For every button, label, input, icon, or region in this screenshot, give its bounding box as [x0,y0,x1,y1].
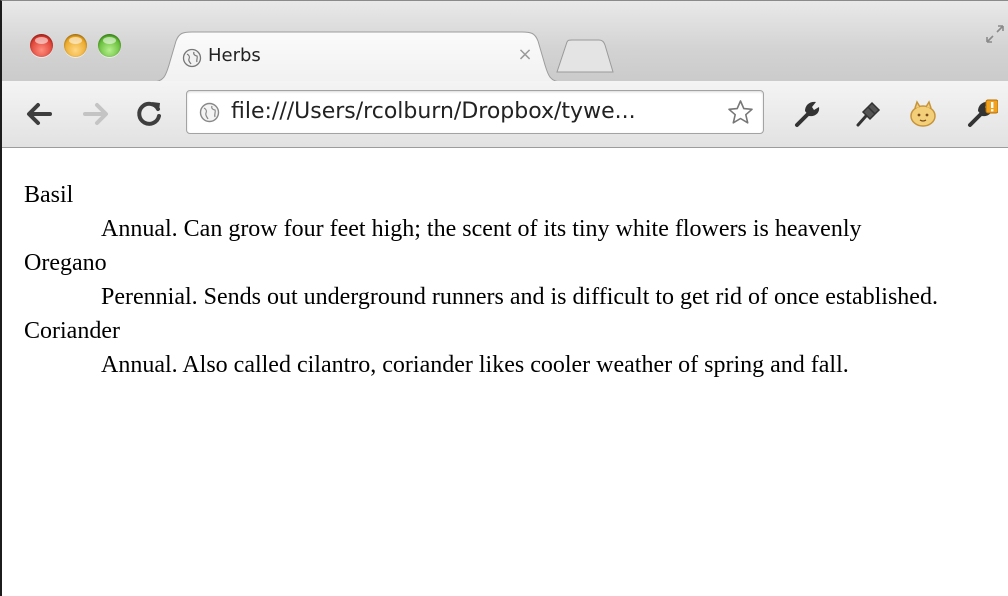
browser-window: Herbs × file:///Users/rcolburn/Dropbox/t… [0,0,1008,596]
globe-icon [199,102,220,123]
wrench-icon[interactable] [791,98,823,130]
cookie-extension-icon[interactable] [907,98,939,130]
bookmark-star-icon[interactable] [727,99,754,126]
globe-icon [182,48,202,68]
close-window-button[interactable] [30,34,53,57]
new-tab-button[interactable] [555,39,615,73]
herb-description: Perennial. Sends out underground runners… [101,284,938,310]
herb-name: Oregano [24,250,107,276]
maximize-window-button[interactable] [98,34,121,57]
herb-name: Coriander [24,318,120,344]
forward-arrow-icon[interactable] [81,99,111,129]
tab-herbs[interactable]: Herbs × [152,31,562,83]
address-url: file:///Users/rcolburn/Dropbox/tywe... [231,99,636,124]
wrench-menu-icon[interactable] [966,98,998,130]
close-tab-icon[interactable]: × [514,44,536,66]
herb-definition-list: Basil Annual. Can grow four feet high; th… [24,178,1008,382]
page-content: Basil Annual. Can grow four feet high; th… [24,178,1008,382]
browser-toolbar: file:///Users/rcolburn/Dropbox/tywe... [2,81,1008,148]
herb-description: Annual. Can grow four feet high; the sce… [101,216,862,242]
herb-description: Annual. Also called cilantro, coriander … [101,352,849,378]
herb-name: Basil [24,182,74,208]
minimize-window-button[interactable] [64,34,87,57]
fullscreen-icon[interactable] [984,23,1006,45]
pin-icon[interactable] [852,98,884,130]
address-bar[interactable]: file:///Users/rcolburn/Dropbox/tywe... [186,90,764,134]
tab-strip: Herbs × [2,1,1008,83]
reload-icon[interactable] [134,99,164,129]
back-arrow-icon[interactable] [24,99,54,129]
tab-title: Herbs [208,45,261,66]
